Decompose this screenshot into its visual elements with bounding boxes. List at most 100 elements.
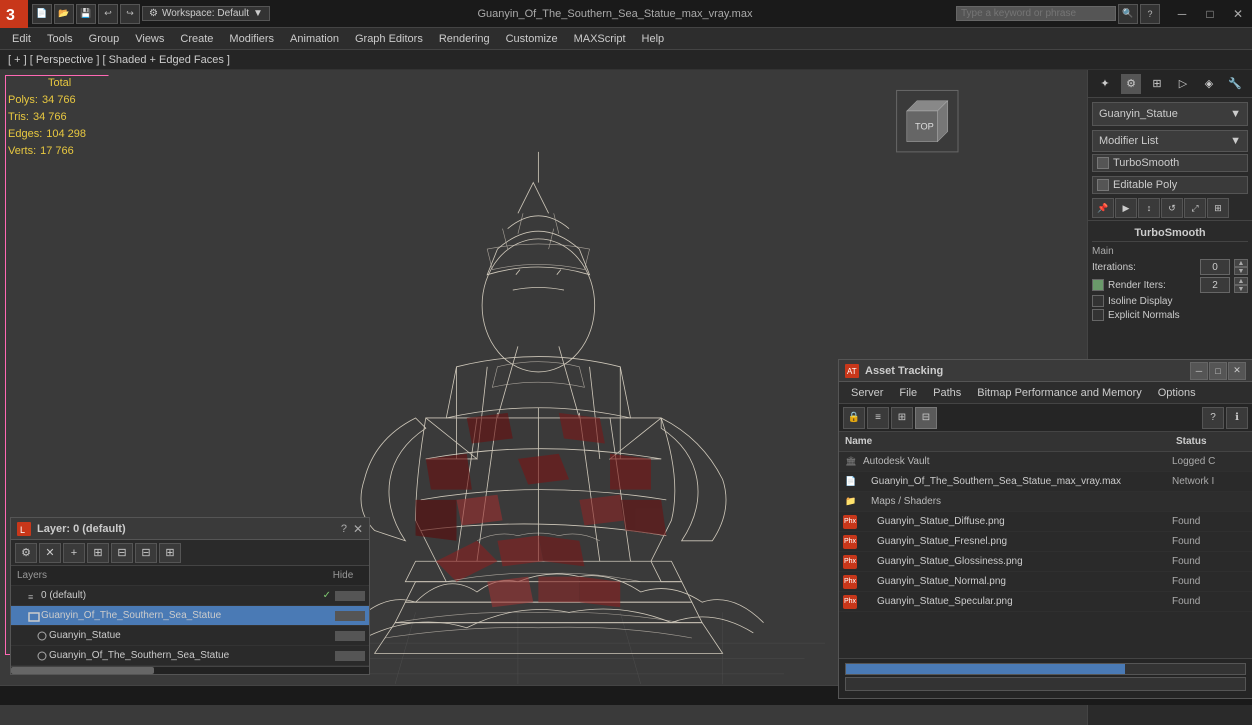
ts-render-input[interactable] bbox=[1200, 277, 1230, 293]
pin-btn[interactable]: 📌 bbox=[1092, 198, 1114, 218]
edges-value: 104 298 bbox=[46, 126, 86, 143]
asset-row-maps[interactable]: 📁 Maps / Shaders bbox=[839, 492, 1252, 512]
new-file-btn[interactable]: 📄 bbox=[32, 4, 52, 24]
asset-btn3[interactable]: ⊞ bbox=[891, 407, 913, 429]
asset-path-input[interactable] bbox=[845, 677, 1246, 691]
ts-isoline-checkbox[interactable] bbox=[1092, 295, 1104, 307]
menu-graph-editors[interactable]: Graph Editors bbox=[347, 31, 431, 47]
layer-settings-btn[interactable]: ⚙ bbox=[15, 543, 37, 563]
modifier-list-bar[interactable]: Modifier List ▼ bbox=[1092, 130, 1248, 152]
menu-create[interactable]: Create bbox=[172, 31, 221, 47]
edges-label: Edges: bbox=[8, 126, 42, 143]
layer-check: ✓ bbox=[323, 590, 331, 601]
save-btn[interactable]: 💾 bbox=[76, 4, 96, 24]
asset-btn4[interactable]: ⊟ bbox=[915, 407, 937, 429]
close-btn[interactable]: ✕ bbox=[1224, 0, 1252, 28]
ts-iterations-input[interactable] bbox=[1200, 259, 1230, 275]
asset-row-maxfile[interactable]: 📄 Guanyin_Of_The_Southern_Sea_Statue_max… bbox=[839, 472, 1252, 492]
layer-row-statue-obj[interactable]: Guanyin_Of_The_Southern_Sea_Statue bbox=[11, 646, 369, 666]
turbosmooth-label: TurboSmooth bbox=[1113, 157, 1179, 169]
asset-menu-paths[interactable]: Paths bbox=[925, 385, 969, 401]
mod-move-btn[interactable]: ↕ bbox=[1138, 198, 1160, 218]
undo-btn[interactable]: ↩ bbox=[98, 4, 118, 24]
mod-scale-btn[interactable]: ⤢ bbox=[1184, 198, 1206, 218]
motion-icon[interactable]: ▷ bbox=[1173, 74, 1193, 94]
asset-close-btn[interactable]: ✕ bbox=[1228, 362, 1246, 380]
menu-maxscript[interactable]: MAXScript bbox=[566, 31, 634, 47]
asset-info-btn[interactable]: ℹ bbox=[1226, 407, 1248, 429]
workspace-label: Workspace: Default bbox=[162, 8, 249, 19]
asset-row-diffuse[interactable]: Phx Guanyin_Statue_Diffuse.png Found bbox=[839, 512, 1252, 532]
editablepoly-checkbox[interactable] bbox=[1097, 179, 1109, 191]
maximize-btn[interactable]: □ bbox=[1196, 0, 1224, 28]
asset-minimize-btn[interactable]: ─ bbox=[1190, 362, 1208, 380]
menu-modifiers[interactable]: Modifiers bbox=[221, 31, 282, 47]
menu-views[interactable]: Views bbox=[127, 31, 172, 47]
asset-win-btns: ─ □ ✕ bbox=[1190, 362, 1246, 380]
workspace-selector[interactable]: ⚙ Workspace: Default ▼ bbox=[142, 6, 270, 21]
layer-btn4[interactable]: ⊞ bbox=[87, 543, 109, 563]
layer-row-default[interactable]: ≡ 0 (default) ✓ bbox=[11, 586, 369, 606]
menu-animation[interactable]: Animation bbox=[282, 31, 347, 47]
minimize-btn[interactable]: ─ bbox=[1168, 0, 1196, 28]
layer-close-btn[interactable]: ✕ bbox=[353, 522, 363, 536]
utilities-icon[interactable]: 🔧 bbox=[1225, 74, 1245, 94]
asset-menu-bitmap[interactable]: Bitmap Performance and Memory bbox=[969, 385, 1149, 401]
asset-maximize-btn[interactable]: □ bbox=[1209, 362, 1227, 380]
asset-row-normal[interactable]: Phx Guanyin_Statue_Normal.png Found bbox=[839, 572, 1252, 592]
asset-row-vault[interactable]: 🏛 Autodesk Vault Logged C bbox=[839, 452, 1252, 472]
modify-icon[interactable]: ⚙ bbox=[1121, 74, 1141, 94]
layer-type-icon: ≡ bbox=[27, 589, 41, 603]
turbosmooth-modifier[interactable]: TurboSmooth bbox=[1092, 154, 1248, 172]
verts-value: 17 766 bbox=[40, 143, 74, 160]
layer-help-btn[interactable]: ? bbox=[341, 523, 347, 535]
asset-row-glossiness[interactable]: Phx Guanyin_Statue_Glossiness.png Found bbox=[839, 552, 1252, 572]
ts-explicit-checkbox[interactable] bbox=[1092, 309, 1104, 321]
editable-poly-modifier[interactable]: Editable Poly bbox=[1092, 176, 1248, 194]
layer-delete-btn[interactable]: ✕ bbox=[39, 543, 61, 563]
open-btn[interactable]: 📂 bbox=[54, 4, 74, 24]
layer-btn5[interactable]: ⊟ bbox=[111, 543, 133, 563]
ts-iter-down[interactable]: ▼ bbox=[1234, 267, 1248, 275]
ts-render-up[interactable]: ▲ bbox=[1234, 277, 1248, 285]
menu-tools[interactable]: Tools bbox=[39, 31, 81, 47]
menubar: Edit Tools Group Views Create Modifiers … bbox=[0, 28, 1252, 50]
mod-select-btn[interactable]: ▶ bbox=[1115, 198, 1137, 218]
asset-help-btn[interactable]: ? bbox=[1202, 407, 1224, 429]
asset-row-specular[interactable]: Phx Guanyin_Statue_Specular.png Found bbox=[839, 592, 1252, 612]
asset-row-fresnel[interactable]: Phx Guanyin_Statue_Fresnel.png Found bbox=[839, 532, 1252, 552]
display-icon[interactable]: ◈ bbox=[1199, 74, 1219, 94]
ts-render-checkbox[interactable] bbox=[1092, 279, 1104, 291]
asset-menu-file[interactable]: File bbox=[891, 385, 925, 401]
layer-scrollbar[interactable] bbox=[11, 666, 369, 674]
asset-menu-server[interactable]: Server bbox=[843, 385, 891, 401]
menu-edit[interactable]: Edit bbox=[4, 31, 39, 47]
mod-extra-btn[interactable]: ⊞ bbox=[1207, 198, 1229, 218]
diffuse-status: Found bbox=[1172, 516, 1252, 527]
menu-group[interactable]: Group bbox=[81, 31, 128, 47]
menu-rendering[interactable]: Rendering bbox=[431, 31, 498, 47]
layer-btn6[interactable]: ⊟ bbox=[135, 543, 157, 563]
hierarchy-icon[interactable]: ⊞ bbox=[1147, 74, 1167, 94]
create-icon[interactable]: ✦ bbox=[1095, 74, 1115, 94]
asset-btn2[interactable]: ≡ bbox=[867, 407, 889, 429]
ts-iter-up[interactable]: ▲ bbox=[1234, 259, 1248, 267]
ts-iterations-spinner: ▲ ▼ bbox=[1234, 259, 1248, 275]
menu-customize[interactable]: Customize bbox=[498, 31, 566, 47]
layer-row-statue-sub[interactable]: Guanyin_Statue bbox=[11, 626, 369, 646]
layer-titlebar: L Layer: 0 (default) ? ✕ bbox=[11, 518, 369, 540]
mod-rotate-btn[interactable]: ↺ bbox=[1161, 198, 1183, 218]
asset-menu-options[interactable]: Options bbox=[1150, 385, 1204, 401]
layer-row-statue-group[interactable]: Guanyin_Of_The_Southern_Sea_Statue bbox=[11, 606, 369, 626]
layer-add-btn[interactable]: + bbox=[63, 543, 85, 563]
search-btn[interactable]: 🔍 bbox=[1118, 4, 1138, 24]
asset-btn1[interactable]: 🔒 bbox=[843, 407, 865, 429]
redo-btn[interactable]: ↪ bbox=[120, 4, 140, 24]
turbosmooth-checkbox[interactable] bbox=[1097, 157, 1109, 169]
ts-render-down[interactable]: ▼ bbox=[1234, 285, 1248, 293]
modifier-list-arrow: ▼ bbox=[1230, 135, 1241, 147]
help-btn[interactable]: ? bbox=[1140, 4, 1160, 24]
search-input[interactable] bbox=[956, 6, 1116, 21]
menu-help[interactable]: Help bbox=[634, 31, 673, 47]
layer-btn7[interactable]: ⊞ bbox=[159, 543, 181, 563]
